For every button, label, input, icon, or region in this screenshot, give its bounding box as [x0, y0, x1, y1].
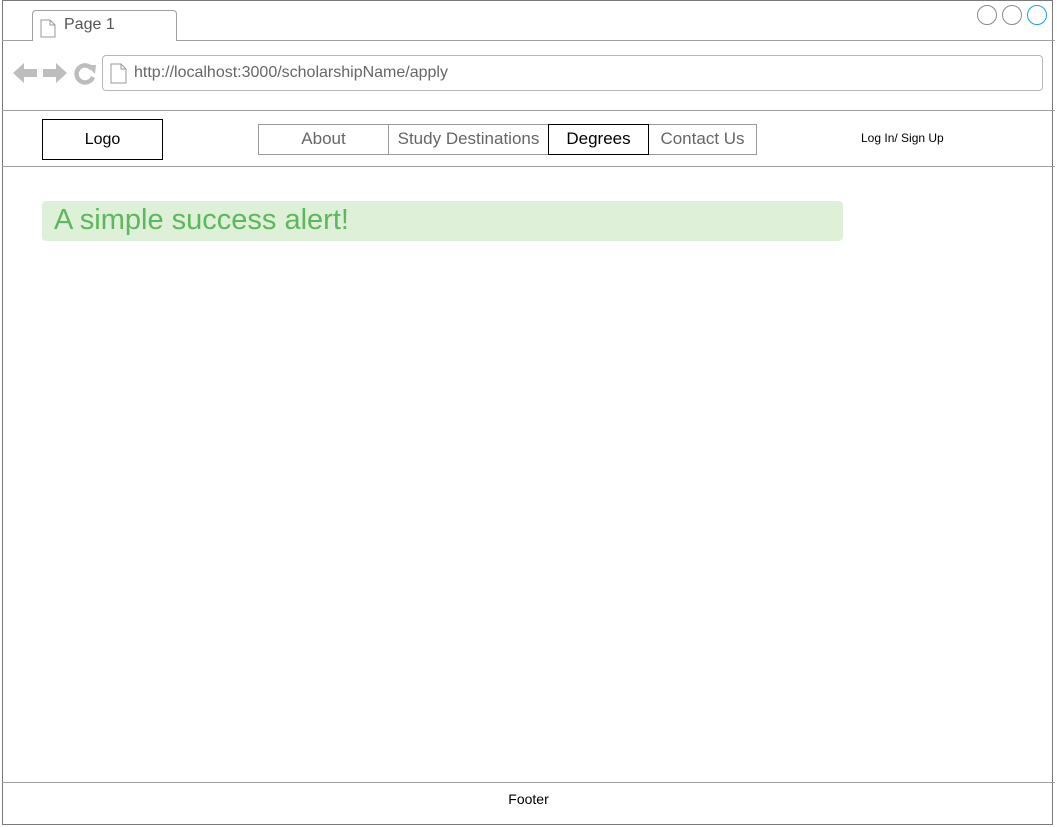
header-divider — [2, 166, 1055, 167]
close-button[interactable] — [1027, 5, 1047, 25]
tab-label: Page 1 — [64, 16, 115, 33]
maximize-button[interactable] — [1002, 5, 1022, 25]
document-icon — [110, 63, 127, 89]
site-logo[interactable]: Logo — [42, 119, 163, 160]
forward-arrow-icon[interactable] — [42, 62, 68, 89]
address-url: http://localhost:3000/scholarshipName/ap… — [134, 64, 448, 81]
menu-item-about[interactable]: About — [258, 124, 389, 155]
minimize-button[interactable] — [977, 5, 997, 25]
toolbar-divider — [2, 110, 1055, 111]
document-icon — [40, 19, 56, 43]
menu-item-contact-us[interactable]: Contact Us — [648, 124, 757, 155]
menu-item-degrees[interactable]: Degrees — [548, 124, 649, 155]
login-signup-link[interactable]: Log In/ Sign Up — [861, 131, 944, 145]
back-arrow-icon[interactable] — [12, 62, 38, 89]
footer-divider — [2, 782, 1055, 783]
success-alert: A simple success alert! — [42, 201, 843, 241]
browser-tab[interactable]: Page 1 — [32, 10, 177, 41]
footer-text: Footer — [508, 791, 549, 807]
menu-item-study-destinations[interactable]: Study Destinations — [388, 124, 549, 155]
address-bar[interactable]: http://localhost:3000/scholarshipName/ap… — [102, 55, 1043, 91]
reload-icon[interactable] — [73, 62, 97, 91]
alert-message: A simple success alert! — [54, 204, 349, 236]
